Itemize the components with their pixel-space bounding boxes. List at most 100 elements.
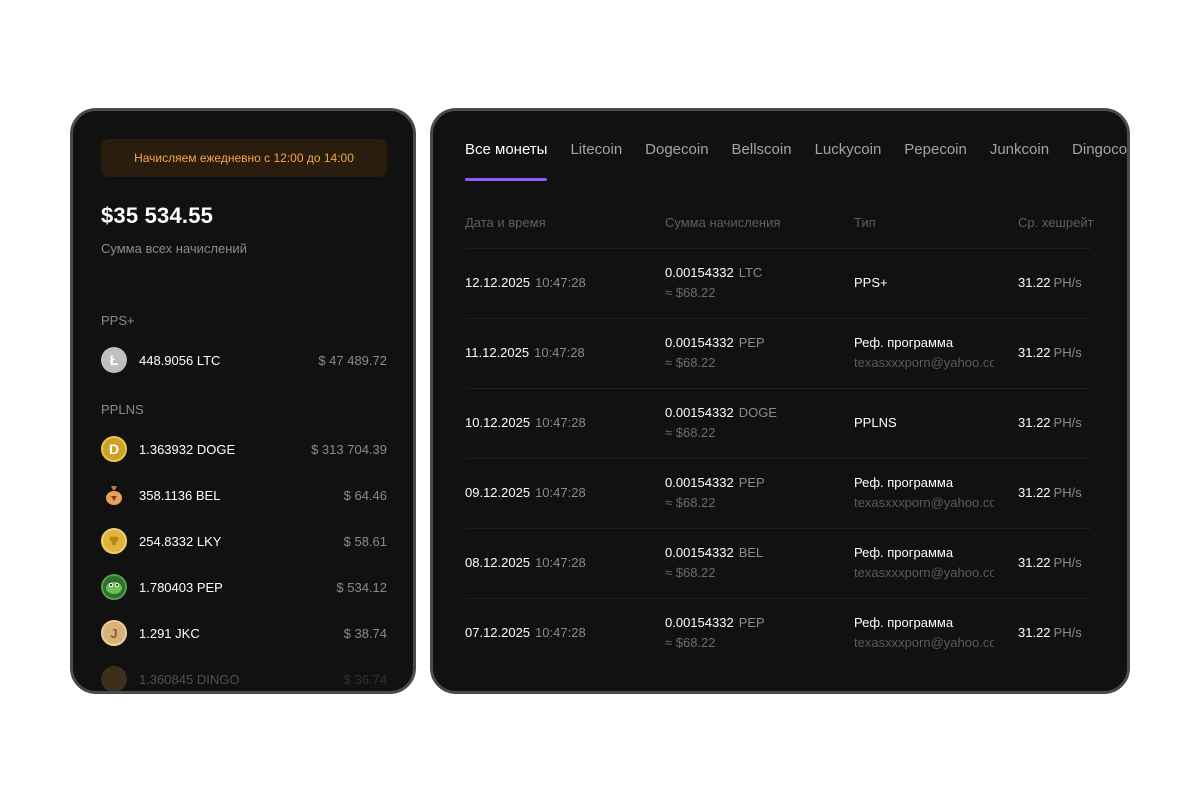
- row-hashrate: 31.22: [1018, 275, 1051, 290]
- table-row: 09.12.2025 10:47:28 0.00154332 PEP ≈ $68.2…: [465, 458, 1091, 528]
- row-date: 08.12.2025: [465, 555, 531, 570]
- column-header-hashrate: Ср. хешрейт: [1018, 215, 1094, 230]
- row-date: 09.12.2025: [465, 485, 531, 500]
- row-hashrate-unit: PH/s: [1053, 555, 1082, 570]
- row-ticker: PEP: [738, 335, 765, 350]
- row-date: 12.12.2025: [465, 275, 531, 290]
- earnings-history-panel: Все монеты Litecoin Dogecoin Bellscoin L…: [430, 108, 1130, 694]
- row-ticker: DOGE: [738, 405, 777, 420]
- row-hashrate-unit: PH/s: [1053, 345, 1082, 360]
- coin-amount: 448.9056 LTC: [139, 352, 221, 368]
- coin-row[interactable]: 358.1136 BEL $ 64.46: [101, 480, 387, 510]
- coin-amount: 1.360845 DINGO: [139, 671, 240, 687]
- row-referral-email: texasxxxporn@yahoo.com: [854, 635, 994, 650]
- tab-luckycoin[interactable]: Luckycoin: [815, 141, 882, 181]
- row-ticker: PEP: [738, 615, 765, 630]
- coin-usd-value: $ 47 489.72: [318, 352, 387, 368]
- row-type: PPS+: [854, 275, 888, 290]
- row-hashrate-unit: PH/s: [1053, 485, 1082, 500]
- coin-row[interactable]: Ł 448.9056 LTC $ 47 489.72: [101, 345, 387, 375]
- row-usd: ≈ $68.22: [665, 635, 716, 650]
- row-ticker: LTC: [738, 265, 763, 280]
- total-earnings-value: $35 534.55: [101, 203, 214, 228]
- pepecoin-icon: [101, 574, 127, 600]
- litecoin-icon: Ł: [101, 347, 127, 373]
- tab-all-coins[interactable]: Все монеты: [465, 141, 548, 181]
- row-type: Реф. программа: [854, 545, 954, 560]
- coin-usd-value: $ 64.46: [343, 487, 387, 503]
- row-date: 10.12.2025: [465, 415, 531, 430]
- coin-amount: 254.8332 LKY: [139, 533, 222, 549]
- table-row: 12.12.2025 10:47:28 0.00154332 LTC ≈ $68.2…: [465, 248, 1091, 318]
- tab-dogecoin[interactable]: Dogecoin: [645, 141, 708, 181]
- row-date: 07.12.2025: [465, 625, 531, 640]
- row-type: PPLNS: [854, 415, 897, 430]
- row-hashrate-unit: PH/s: [1053, 625, 1082, 640]
- row-hashrate: 31.22: [1018, 485, 1051, 500]
- row-hashrate: 31.22: [1018, 415, 1051, 430]
- row-time: 10:47:28: [535, 625, 586, 640]
- row-hashrate: 31.22: [1018, 625, 1051, 640]
- row-amount: 0.00154332: [665, 615, 734, 630]
- coin-usd-value: $ 313 704.39: [311, 441, 387, 457]
- tab-pepecoin[interactable]: Pepecoin: [904, 141, 967, 181]
- luckycoin-icon: [101, 528, 127, 554]
- coin-amount: 1.291 JKC: [139, 625, 200, 641]
- tab-dingocoin[interactable]: Dingocoin: [1072, 141, 1127, 181]
- table-row: 07.12.2025 10:47:28 0.00154332 PEP ≈ $68.2…: [465, 598, 1091, 668]
- row-usd: ≈ $68.22: [665, 495, 716, 510]
- junkcoin-icon: J: [101, 620, 127, 646]
- row-type: Реф. программа: [854, 615, 954, 630]
- row-time: 10:47:28: [535, 485, 586, 500]
- coin-row[interactable]: D 1.363932 DOGE $ 313 704.39: [101, 434, 387, 464]
- coin-row[interactable]: J 1.291 JKC $ 38.74: [101, 618, 387, 648]
- pplns-section-label: PPLNS: [101, 402, 144, 417]
- row-usd: ≈ $68.22: [665, 425, 716, 440]
- row-ticker: BEL: [738, 545, 764, 560]
- coin-usd-value: $ 534.12: [336, 579, 387, 595]
- tab-litecoin[interactable]: Litecoin: [570, 141, 622, 181]
- column-header-date: Дата и время: [465, 215, 546, 230]
- row-usd: ≈ $68.22: [665, 285, 716, 300]
- row-amount: 0.00154332: [665, 475, 734, 490]
- tab-bellscoin[interactable]: Bellscoin: [732, 141, 792, 181]
- row-referral-email: texasxxxporn@yahoo.com: [854, 355, 994, 370]
- column-header-amount: Сумма начисления: [665, 215, 781, 230]
- dingocoin-icon: [101, 666, 127, 691]
- row-usd: ≈ $68.22: [665, 355, 716, 370]
- row-amount: 0.00154332: [665, 335, 734, 350]
- row-type: Реф. программа: [854, 475, 954, 490]
- row-time: 10:47:28: [535, 275, 586, 290]
- coin-tabs: Все монеты Litecoin Dogecoin Bellscoin L…: [465, 141, 1127, 183]
- tab-junkcoin[interactable]: Junkcoin: [990, 141, 1049, 181]
- row-amount: 0.00154332: [665, 405, 734, 420]
- row-date: 11.12.2025: [465, 345, 530, 360]
- column-header-type: Тип: [854, 215, 876, 230]
- row-time: 10:47:28: [534, 345, 585, 360]
- row-hashrate: 31.22: [1018, 555, 1051, 570]
- row-hashrate-unit: PH/s: [1053, 415, 1082, 430]
- coin-amount: 358.1136 BEL: [139, 487, 221, 503]
- coin-usd-value: $ 58.61: [343, 533, 387, 549]
- payout-schedule-notice: Начисляем ежедневно с 12:00 до 14:00: [101, 139, 387, 177]
- row-hashrate-unit: PH/s: [1053, 275, 1082, 290]
- row-time: 10:47:28: [535, 415, 586, 430]
- coin-amount: 1.363932 DOGE: [139, 441, 236, 457]
- total-earnings-label: Сумма всех начислений: [101, 241, 247, 256]
- row-type: Реф. программа: [854, 335, 954, 350]
- table-row: 10.12.2025 10:47:28 0.00154332 DOGE ≈ $68.…: [465, 388, 1091, 458]
- row-hashrate: 31.22: [1018, 345, 1051, 360]
- coin-row[interactable]: 254.8332 LKY $ 58.61: [101, 526, 387, 556]
- earnings-summary-panel: Начисляем ежедневно с 12:00 до 14:00 $35…: [70, 108, 416, 694]
- row-ticker: PEP: [738, 475, 765, 490]
- row-referral-email: texasxxxporn@yahoo.com: [854, 565, 994, 580]
- coin-usd-value: $ 36.74: [343, 671, 387, 687]
- coin-row[interactable]: 1.780403 PEP $ 534.12: [101, 572, 387, 602]
- dogecoin-icon: D: [101, 436, 127, 462]
- coin-amount: 1.780403 PEP: [139, 579, 223, 595]
- pps-section-label: PPS+: [101, 313, 135, 328]
- coin-row[interactable]: 1.360845 DINGO $ 36.74: [101, 664, 387, 691]
- row-amount: 0.00154332: [665, 265, 734, 280]
- row-referral-email: texasxxxporn@yahoo.com: [854, 495, 994, 510]
- row-time: 10:47:28: [535, 555, 586, 570]
